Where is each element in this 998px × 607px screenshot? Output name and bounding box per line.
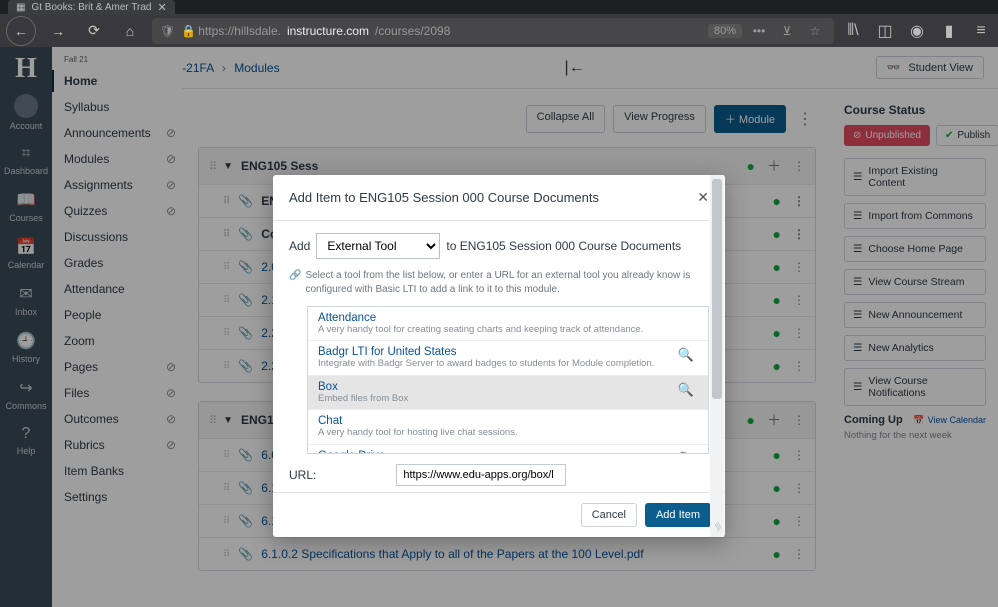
back-button[interactable]: ← — [6, 16, 36, 46]
meatball-icon[interactable]: ••• — [748, 24, 770, 38]
to-module-text: to ENG105 Session 000 Course Documents — [446, 239, 681, 253]
reload-button[interactable]: ⟳ — [80, 17, 108, 45]
cancel-button[interactable]: Cancel — [581, 503, 637, 527]
external-tool-option[interactable]: AttendanceA very handy tool for creating… — [308, 307, 708, 341]
home-button[interactable]: ⌂ — [116, 17, 144, 45]
close-icon[interactable]: ✕ — [697, 189, 709, 206]
tool-name: Badgr LTI for United States — [318, 346, 698, 358]
url-path: /courses/2098 — [375, 24, 450, 38]
url-label: URL: — [289, 468, 316, 482]
library-icon[interactable]: ⫴\ — [842, 22, 864, 40]
page-viewport: H Account ⌗Dashboard 📖Courses 📅Calendar … — [0, 47, 998, 607]
link-icon: 🔗 — [289, 269, 301, 296]
tool-name: Box — [318, 381, 698, 393]
close-icon[interactable]: ✕ — [158, 1, 167, 14]
lock-icon: 🔒 — [181, 24, 192, 38]
external-tool-option[interactable]: ChatA very handy tool for hosting live c… — [308, 410, 708, 444]
browser-navbar: ← → ⟳ ⌂ 🛡 🔒 https://hillsdale. instructur… — [0, 14, 998, 47]
forward-button: → — [44, 17, 72, 45]
tool-desc: Embed files from Box — [318, 393, 698, 404]
sidebar-icon[interactable]: ◫ — [874, 21, 896, 41]
browser-tab[interactable]: ▦ Gt Books: Brit & Amer Trad ✕ — [8, 0, 175, 15]
item-type-select[interactable]: External Tool — [316, 233, 440, 259]
search-icon[interactable]: 🔍 — [678, 451, 694, 454]
search-icon[interactable]: 🔍 — [678, 382, 694, 398]
shield-icon: 🛡 — [160, 24, 175, 38]
zoom-indicator[interactable]: 80% — [708, 24, 742, 38]
tab-favicon: ▦ — [16, 2, 25, 13]
external-tool-option[interactable]: Google DriveAllows you to pull in docume… — [308, 445, 708, 454]
add-label: Add — [289, 239, 310, 253]
tool-desc: A very handy tool for creating seating c… — [318, 324, 698, 335]
tool-name: Google Drive — [318, 450, 698, 454]
add-item-button[interactable]: Add Item — [645, 503, 711, 527]
browser-tab-strip: ▦ Gt Books: Brit & Amer Trad ✕ — [0, 0, 998, 14]
tab-title: Gt Books: Brit & Amer Trad — [31, 2, 151, 13]
url-prefix: https://hillsdale. — [198, 24, 281, 38]
external-tool-option[interactable]: BoxEmbed files from Box🔍 — [308, 376, 708, 410]
add-item-modal: Add Item to ENG105 Session 000 Course Do… — [273, 175, 725, 537]
account-icon[interactable]: ◉ — [906, 21, 928, 41]
tool-name: Attendance — [318, 312, 698, 324]
downloads-icon[interactable]: ▮ — [938, 21, 960, 41]
search-icon[interactable]: 🔍 — [678, 347, 694, 363]
tool-desc: Integrate with Badgr Server to award bad… — [318, 358, 698, 369]
external-tool-list[interactable]: AttendanceA very handy tool for creating… — [307, 306, 709, 454]
url-domain: instructure.com — [287, 24, 369, 38]
appmenu-icon[interactable]: ≡ — [970, 22, 992, 40]
modal-title: Add Item to ENG105 Session 000 Course Do… — [289, 190, 599, 205]
tool-name: Chat — [318, 415, 698, 427]
reader-icon[interactable]: ⊻ — [776, 24, 798, 38]
url-input[interactable] — [396, 464, 566, 486]
external-tool-option[interactable]: Badgr LTI for United StatesIntegrate wit… — [308, 341, 708, 375]
modal-backdrop[interactable]: Add Item to ENG105 Session 000 Course Do… — [0, 47, 998, 607]
tool-desc: A very handy tool for hosting live chat … — [318, 427, 698, 438]
address-bar[interactable]: 🛡 🔒 https://hillsdale. instructure.com/co… — [152, 18, 834, 44]
bookmark-icon[interactable]: ☆ — [804, 24, 826, 38]
tool-hint: Select a tool from the list below, or en… — [305, 269, 709, 296]
